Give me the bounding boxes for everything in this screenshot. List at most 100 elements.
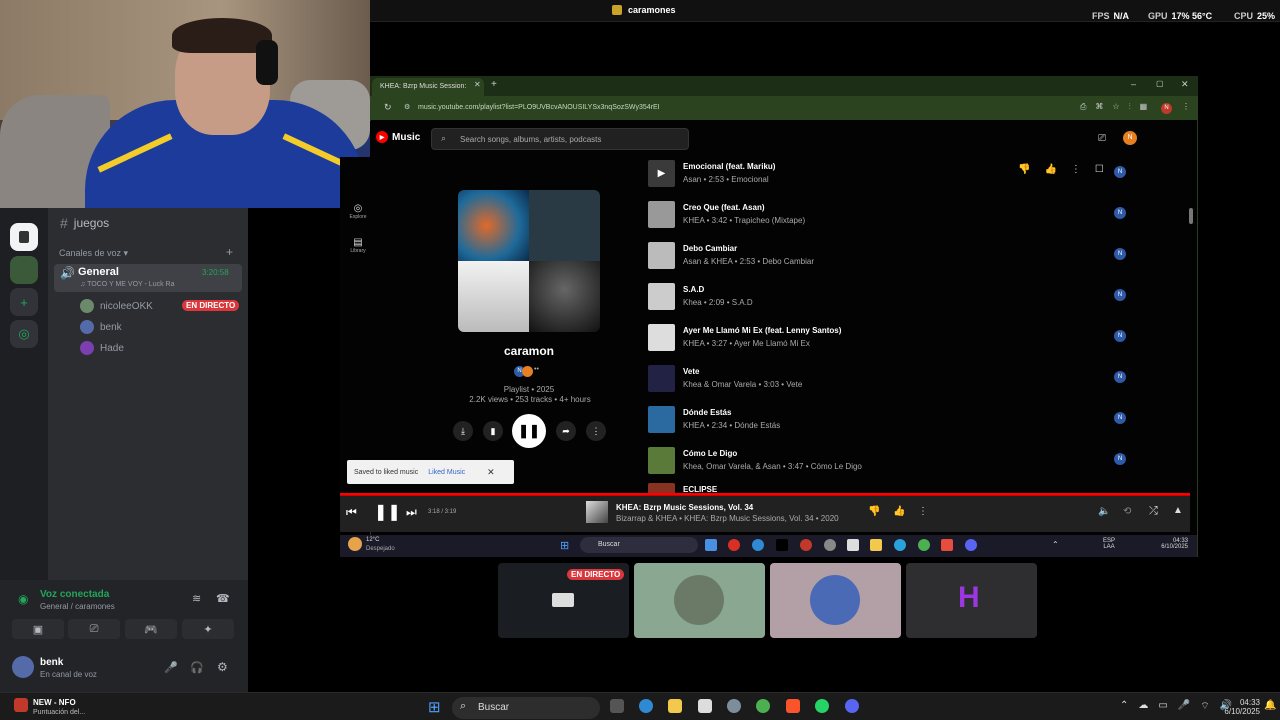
track-row[interactable]: Dónde Estás KHEA • 2:34 • Dónde Estás N bbox=[648, 404, 1138, 445]
track-row[interactable]: ECLIPSE bbox=[648, 481, 1138, 493]
voice-user[interactable]: nicoleeOKK bbox=[80, 297, 153, 315]
dislike-icon[interactable]: 👎 bbox=[1018, 164, 1030, 175]
search-input[interactable]: Search songs, albums, artists, podcasts bbox=[431, 128, 689, 150]
liked-music-link[interactable]: Liked Music bbox=[428, 469, 465, 476]
site-info-icon[interactable]: ⚙ bbox=[404, 103, 410, 111]
progress-bar[interactable] bbox=[340, 493, 1190, 495]
microphone-icon[interactable]: 🎤 bbox=[1178, 700, 1190, 713]
account-avatar[interactable]: N bbox=[1123, 131, 1137, 145]
url-field[interactable]: music.youtube.com/playlist?list=PLO9UVBc… bbox=[418, 101, 1078, 115]
voice-section-header[interactable]: Canales de voz ▾ bbox=[59, 248, 128, 259]
close-tab-icon[interactable]: ✕ bbox=[474, 80, 481, 89]
file-explorer-icon[interactable] bbox=[668, 699, 682, 713]
tray-app-icon[interactable]: ▭ bbox=[1158, 700, 1167, 713]
app-icon[interactable] bbox=[824, 539, 836, 551]
more-options-button[interactable]: ⋮ bbox=[586, 421, 606, 441]
select-checkbox[interactable]: ☐ bbox=[1095, 164, 1104, 175]
tiktok-icon[interactable] bbox=[776, 539, 788, 551]
stream-tile-nicoleeokk[interactable] bbox=[634, 563, 765, 638]
settings-gear-icon[interactable]: ⚙ bbox=[217, 660, 228, 674]
add-server-icon[interactable]: + bbox=[10, 288, 38, 316]
cast-icon[interactable]: ⎚ bbox=[1098, 133, 1106, 144]
screenshare-button[interactable]: ⎚ bbox=[68, 619, 120, 639]
maximize-icon[interactable]: ▢ bbox=[1156, 79, 1164, 88]
text-channel-juegos[interactable]: # juegos bbox=[60, 215, 109, 231]
inner-clock[interactable]: 04:33 6/10/2025 bbox=[1156, 538, 1188, 550]
youtube-icon[interactable] bbox=[728, 539, 740, 551]
ytmusic-logo[interactable]: ▶ Music bbox=[376, 131, 420, 143]
reload-icon[interactable]: ↻ bbox=[384, 102, 392, 113]
app-icon[interactable] bbox=[727, 699, 741, 713]
now-playing-thumbnail[interactable] bbox=[586, 501, 608, 523]
windows-start-icon[interactable]: ⊞ bbox=[428, 698, 441, 716]
scrollbar-thumb[interactable] bbox=[1189, 208, 1193, 224]
disconnect-icon[interactable]: ☎ bbox=[216, 592, 230, 605]
app-icon[interactable] bbox=[941, 539, 953, 551]
track-row[interactable]: Vete Khea & Omar Varela • 3:03 • Vete N bbox=[648, 363, 1138, 404]
notification-bell-icon[interactable]: 🔔 bbox=[1264, 700, 1276, 711]
camera-button[interactable]: ▣ bbox=[12, 619, 64, 639]
tray-chevron-icon[interactable]: ⌃ bbox=[1120, 700, 1128, 713]
taskbar-clock[interactable]: 04:33 6/10/2025 bbox=[1216, 698, 1260, 716]
cloud-icon[interactable]: ☁ bbox=[1138, 700, 1148, 713]
edge-icon[interactable] bbox=[752, 539, 764, 551]
kebab-menu-icon[interactable]: ⋮ bbox=[1182, 102, 1190, 111]
stream-tile-benk[interactable] bbox=[770, 563, 901, 638]
voice-location[interactable]: General / caramones bbox=[40, 602, 115, 611]
discord-icon[interactable] bbox=[845, 699, 859, 713]
shuffle-icon[interactable]: ⤮ bbox=[1149, 505, 1158, 518]
microphone-icon[interactable]: 🎤 bbox=[164, 661, 178, 674]
wifi-icon[interactable]: ⌔ bbox=[1200, 700, 1209, 713]
now-playing-title[interactable]: KHEA: Bzrp Music Sessions, Vol. 34 bbox=[616, 503, 753, 512]
track-row[interactable]: ▶ Emocional (feat. Mariku) Asan • 2:53 •… bbox=[648, 158, 1138, 199]
chrome-icon[interactable] bbox=[918, 539, 930, 551]
add-channel-icon[interactable]: + bbox=[226, 245, 233, 259]
voice-user[interactable]: Hade bbox=[80, 339, 124, 357]
translate-icon[interactable]: ⌘ bbox=[1095, 102, 1103, 112]
save-button[interactable]: ▮ bbox=[483, 421, 503, 441]
pause-icon[interactable]: ❚❚ bbox=[374, 502, 401, 522]
activity-button[interactable]: 🎮 bbox=[125, 619, 177, 639]
app-icon[interactable] bbox=[847, 539, 859, 551]
language-indicator[interactable]: ESP LAA bbox=[1103, 538, 1115, 550]
tab-search-icon[interactable]: ▦ bbox=[1140, 102, 1148, 112]
collaborator-avatars[interactable]: N •• bbox=[514, 366, 539, 377]
notification-title[interactable]: NEW - NFO bbox=[33, 698, 76, 707]
now-playing-subtitle[interactable]: Bizarrap & KHEA • KHEA: Bzrp Music Sessi… bbox=[616, 514, 839, 523]
app-icon[interactable] bbox=[698, 699, 712, 713]
taskbar-search-input[interactable]: Buscar bbox=[452, 697, 600, 719]
folder-icon[interactable] bbox=[870, 539, 882, 551]
track-row[interactable]: S.A.D Khea • 2:09 • S.A.D N bbox=[648, 281, 1138, 322]
noise-suppression-icon[interactable]: ≋ bbox=[192, 592, 201, 605]
guild-active[interactable] bbox=[10, 223, 38, 251]
minimize-icon[interactable]: – bbox=[1131, 79, 1136, 89]
pause-button[interactable]: ❚❚ bbox=[512, 414, 546, 448]
task-view-icon[interactable] bbox=[610, 699, 624, 713]
headphones-icon[interactable]: 🎧 bbox=[190, 661, 204, 674]
track-row[interactable]: Creo Que (feat. Asan) KHEA • 3:42 • Trap… bbox=[648, 199, 1138, 240]
track-row[interactable]: Ayer Me Llamó Mi Ex (feat. Lenny Santos)… bbox=[648, 322, 1138, 363]
app-icon[interactable] bbox=[705, 539, 717, 551]
nav-explore[interactable]: ◎ Explore bbox=[349, 203, 367, 220]
soundboard-button[interactable]: ✦ bbox=[182, 619, 234, 639]
new-tab-button[interactable]: + bbox=[491, 79, 497, 90]
like-icon[interactable]: 👍 bbox=[893, 506, 905, 517]
avatar[interactable] bbox=[12, 656, 34, 678]
telegram-icon[interactable] bbox=[894, 539, 906, 551]
bookmark-star-icon[interactable]: ☆ bbox=[1112, 102, 1119, 112]
whatsapp-icon[interactable] bbox=[815, 699, 829, 713]
install-icon[interactable]: ⎙ bbox=[1080, 102, 1086, 112]
browser-tab[interactable]: KHEA: Bzrp Music Session: bbox=[372, 78, 484, 96]
share-button[interactable]: ➦ bbox=[556, 421, 576, 441]
previous-icon[interactable]: ⏮ bbox=[346, 505, 357, 520]
discover-icon[interactable]: ◎ bbox=[10, 320, 38, 348]
dislike-icon[interactable]: 👎 bbox=[868, 506, 880, 517]
download-button[interactable]: ⤓ bbox=[453, 421, 473, 441]
chrome-icon[interactable] bbox=[756, 699, 770, 713]
track-row[interactable]: Cómo Le Digo Khea, Omar Varela, & Asan •… bbox=[648, 445, 1138, 486]
track-row[interactable]: Debo Cambiar Asan & KHEA • 2:53 • Debo C… bbox=[648, 240, 1138, 281]
guild-server[interactable] bbox=[10, 256, 38, 284]
player-menu-icon[interactable]: ⋮ bbox=[918, 506, 928, 517]
windows-start-icon[interactable]: ⊞ bbox=[560, 539, 569, 552]
repeat-icon[interactable]: ⟲ bbox=[1123, 506, 1131, 517]
